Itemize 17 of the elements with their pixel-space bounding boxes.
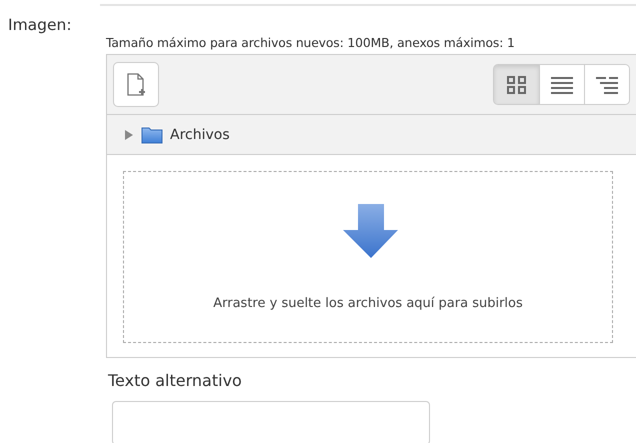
add-file-icon — [126, 72, 146, 96]
view-toggle-button[interactable] — [539, 65, 584, 104]
view-toggle-button[interactable] — [584, 65, 629, 104]
drop-instructions: Arrastre y suelte los archivos aquí para subirlos — [213, 296, 523, 311]
add-file-button[interactable] — [113, 62, 159, 107]
field-label: Imagen: — [7, 16, 73, 36]
folder-name[interactable]: Archivos — [170, 126, 230, 142]
list-view-icon — [551, 76, 573, 94]
drop-zone[interactable]: Arrastre y suelte los archivos aquí para subirlos — [123, 171, 613, 343]
alt-text-field[interactable] — [112, 401, 430, 443]
tree-view-icon — [596, 76, 618, 94]
alt-text-label: Texto alternativo — [108, 371, 243, 390]
file-limits-text: Tamaño máximo para archivos nuevos: 100MB, anexos máximos: 1 — [106, 36, 516, 50]
view-toggle-button[interactable] — [494, 65, 539, 104]
folder-icon — [141, 126, 163, 144]
expand-arrow-icon[interactable] — [124, 130, 134, 140]
grid-view-icon — [506, 76, 528, 94]
